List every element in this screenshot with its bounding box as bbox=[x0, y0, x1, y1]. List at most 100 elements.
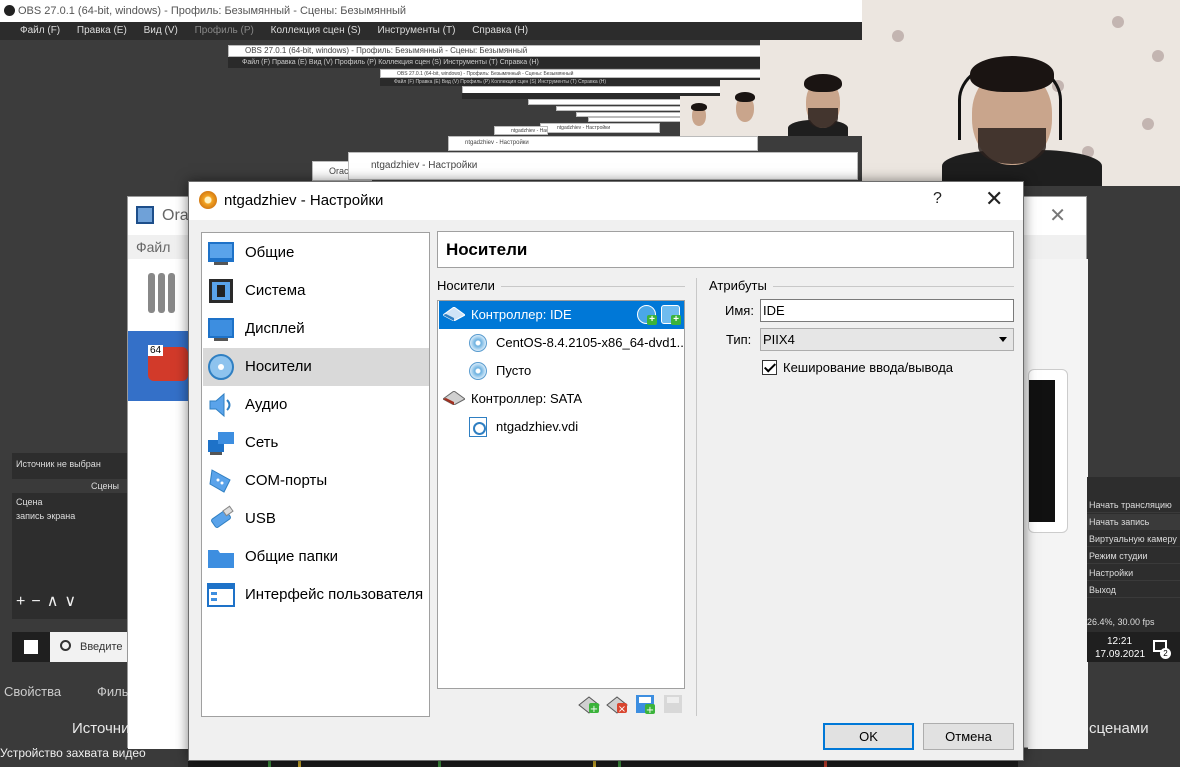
attributes-group-line bbox=[773, 286, 1014, 287]
obs-scene-item[interactable]: запись экрана bbox=[16, 511, 75, 521]
virtualbox-logo-icon bbox=[136, 206, 154, 224]
nav-item-user-interface[interactable]: Интерфейс пользователя bbox=[203, 576, 429, 614]
obs-properties-button[interactable]: Свойства bbox=[4, 684, 61, 699]
display-icon bbox=[208, 318, 234, 341]
obs-menu-tools[interactable]: Инструменты (T) bbox=[378, 25, 456, 36]
obs-settings[interactable]: Настройки bbox=[1087, 565, 1180, 581]
remove-attachment-icon[interactable] bbox=[662, 693, 684, 715]
general-icon bbox=[208, 242, 234, 265]
type-select[interactable]: PIIX4 bbox=[760, 328, 1014, 351]
nav-item-system[interactable]: Система bbox=[203, 272, 429, 310]
obs-menu-file[interactable]: Файл (F) bbox=[20, 25, 60, 36]
vbm-tools-icon[interactable] bbox=[148, 273, 188, 315]
network-icon bbox=[208, 432, 234, 455]
obs-controls-panel: Начать трансляцию Начать запись Виртуаль… bbox=[1087, 477, 1180, 647]
nav-item-usb[interactable]: USB bbox=[203, 500, 429, 538]
storage-group-line bbox=[501, 286, 685, 287]
obs-sources-header: Источни bbox=[72, 720, 130, 737]
svg-text:+: + bbox=[646, 705, 654, 715]
nav-item-general[interactable]: Общие bbox=[203, 234, 429, 272]
vm-64-badge: 64 bbox=[148, 345, 164, 356]
user-interface-icon bbox=[207, 583, 235, 607]
obs-studio-mode[interactable]: Режим студии bbox=[1087, 548, 1180, 564]
vbm-close-icon[interactable]: ✕ bbox=[1049, 203, 1066, 228]
tree-sata-disk[interactable]: ntgadzhiev.vdi bbox=[439, 413, 684, 441]
obs-scenes-panel: Источник не выбран Сцены Сцена запись эк… bbox=[12, 453, 127, 619]
type-label: Тип: bbox=[726, 332, 752, 347]
windows-start-icon[interactable] bbox=[24, 640, 38, 654]
audio-icon bbox=[209, 392, 231, 418]
storage-icon bbox=[208, 354, 234, 380]
obs-start-stream[interactable]: Начать трансляцию bbox=[1087, 497, 1180, 513]
windows-tray: 12:21 17.09.2021 2 bbox=[1087, 632, 1180, 662]
nav-item-shared-folders[interactable]: Общие папки bbox=[203, 538, 429, 576]
obs-exit[interactable]: Выход bbox=[1087, 582, 1180, 598]
obs-menu-scene-collection[interactable]: Коллекция сцен (S) bbox=[271, 25, 361, 36]
obs-menu-edit[interactable]: Правка (E) bbox=[77, 25, 127, 36]
nested-dialog-title-d: ntgadzhiev - Настройки bbox=[348, 152, 858, 180]
nested-dialog-title-b: ntgadzhiev - Настройки bbox=[494, 126, 548, 135]
dialog-titlebar: ntgadzhiev - Настройки ? ✕ bbox=[189, 182, 1023, 220]
chevron-down-icon bbox=[999, 337, 1007, 342]
attributes-group-label: Атрибуты bbox=[709, 278, 767, 293]
name-label: Имя: bbox=[725, 303, 754, 318]
settings-gear-icon bbox=[199, 191, 217, 209]
obs-menu-help[interactable]: Справка (H) bbox=[472, 25, 528, 36]
dialog-title: ntgadzhiev - Настройки bbox=[224, 192, 384, 209]
optical-disc-icon bbox=[469, 334, 487, 352]
vertical-separator bbox=[696, 278, 697, 716]
ok-button[interactable]: OK bbox=[823, 723, 914, 750]
obs-transitions-header: сценами bbox=[1089, 720, 1149, 737]
cache-io-label: Кеширование ввода/вывода bbox=[783, 360, 954, 375]
obs-menu-view[interactable]: Вид (V) bbox=[144, 25, 178, 36]
nav-item-com-ports[interactable]: COM-порты bbox=[203, 462, 429, 500]
obs-fps-readout: 26.4%, 30.00 fps bbox=[1087, 617, 1155, 627]
tree-ide-disc[interactable]: CentOS-8.4.2105-x86_64-dvd1... bbox=[439, 329, 684, 357]
tree-controller-sata[interactable]: Контроллер: SATA bbox=[439, 385, 684, 413]
webcam-feed-nested-2 bbox=[720, 80, 760, 136]
optical-disc-empty-icon bbox=[469, 362, 487, 380]
obs-menu-profile[interactable]: Профиль (P) bbox=[195, 25, 254, 36]
ide-controller-icon bbox=[443, 307, 465, 321]
add-attachment-icon[interactable]: + bbox=[634, 693, 656, 715]
sata-controller-icon bbox=[443, 391, 465, 405]
nav-item-network[interactable]: Сеть bbox=[203, 424, 429, 462]
section-title: Носители bbox=[446, 240, 528, 259]
type-select-value: PIIX4 bbox=[763, 332, 795, 347]
nav-item-display[interactable]: Дисплей bbox=[203, 310, 429, 348]
taskbar-search-box[interactable]: Введите bbox=[50, 632, 127, 662]
obs-virtual-camera[interactable]: Виртуальную камеру bbox=[1087, 531, 1180, 547]
nested-dialog-title-a: ntgadzhiev - Настройки bbox=[540, 123, 660, 133]
obs-menubar: Файл (F) Правка (E) Вид (V) Профиль (P) … bbox=[0, 22, 862, 40]
obs-audio-meter bbox=[188, 760, 1018, 767]
taskbar-search-placeholder: Введите bbox=[80, 641, 123, 653]
svg-text:×: × bbox=[618, 704, 626, 715]
obs-start-record[interactable]: Начать запись bbox=[1087, 514, 1180, 530]
search-icon bbox=[60, 640, 71, 651]
add-optical-drive-icon[interactable]: + bbox=[637, 305, 657, 325]
webcam-feed-nested-1 bbox=[760, 40, 862, 136]
obs-window-title: OBS 27.0.1 (64-bit, windows) - Профиль: … bbox=[0, 0, 862, 22]
obs-scene-label: Сцена bbox=[16, 497, 43, 507]
add-hard-disk-icon[interactable]: + bbox=[661, 305, 681, 325]
name-input[interactable] bbox=[760, 299, 1014, 322]
close-button[interactable]: ✕ bbox=[985, 186, 1003, 212]
serial-ports-icon bbox=[209, 469, 231, 493]
cancel-button[interactable]: Отмена bbox=[923, 723, 1014, 750]
nav-item-audio[interactable]: Аудио bbox=[203, 386, 429, 424]
system-icon bbox=[209, 279, 233, 303]
tree-controller-ide[interactable]: Контроллер: IDE + + bbox=[439, 301, 684, 329]
help-button[interactable]: ? bbox=[933, 190, 942, 208]
tree-ide-empty[interactable]: Пусто bbox=[439, 357, 684, 385]
nav-item-storage[interactable]: Носители bbox=[203, 348, 429, 386]
vbm-vm-item[interactable]: 64 bbox=[128, 331, 190, 401]
obs-device-source[interactable]: Устройство захвата видео bbox=[0, 744, 188, 767]
obs-filters-button[interactable]: Филь bbox=[97, 684, 129, 699]
obs-scene-controls[interactable]: +−∧∨ bbox=[16, 591, 82, 611]
add-controller-icon[interactable]: + bbox=[578, 693, 600, 715]
cache-io-checkbox[interactable] bbox=[762, 360, 777, 375]
remove-controller-icon[interactable]: × bbox=[606, 693, 628, 715]
storage-group-label: Носители bbox=[437, 278, 495, 293]
vbm-menu-file[interactable]: Файл bbox=[136, 239, 170, 255]
obs-title-text: OBS 27.0.1 (64-bit, windows) - Профиль: … bbox=[18, 5, 407, 17]
